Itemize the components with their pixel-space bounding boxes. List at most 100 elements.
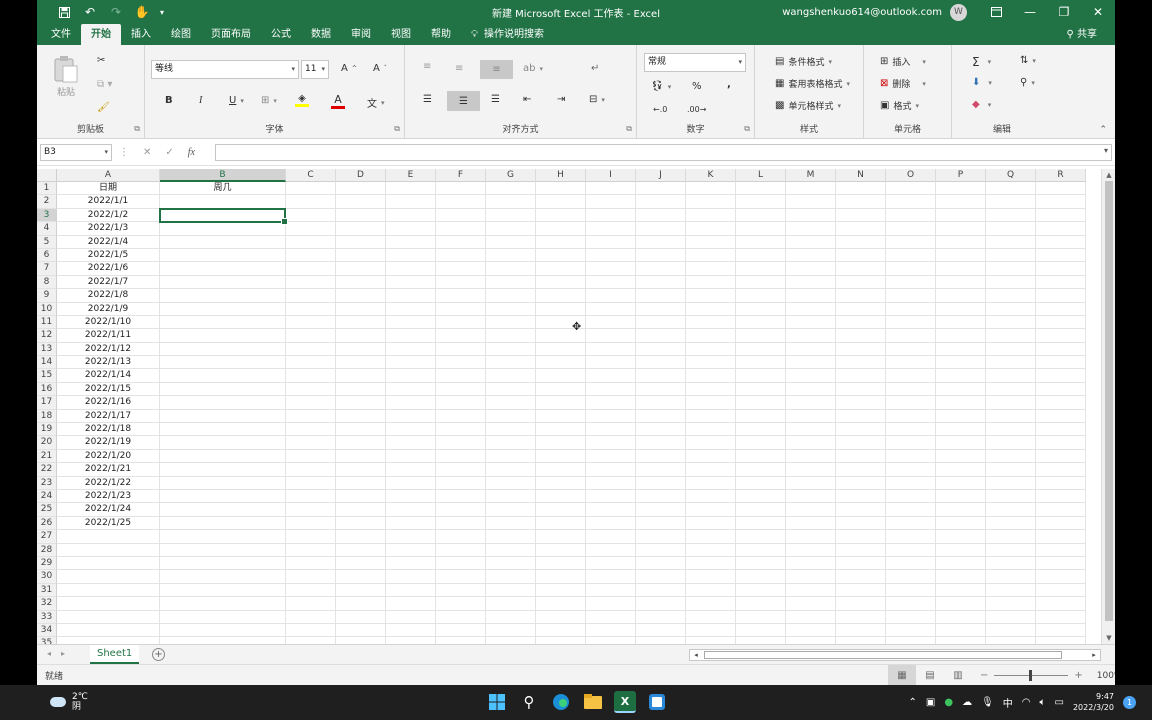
cell-l33[interactable] [736, 610, 786, 624]
cell-q35[interactable] [986, 637, 1036, 644]
cell-g33[interactable] [486, 610, 536, 624]
cell-n13[interactable] [836, 342, 886, 357]
zoom-level[interactable]: 100% [1097, 671, 1115, 681]
cell-g32[interactable] [486, 597, 536, 611]
cell-k27[interactable] [686, 530, 736, 544]
cell-q6[interactable] [986, 248, 1036, 263]
excel-icon[interactable]: X [614, 691, 636, 713]
cell-n30[interactable] [836, 570, 886, 584]
cell-k28[interactable] [686, 543, 736, 557]
cell-g12[interactable] [486, 329, 536, 343]
cell-r4[interactable] [1036, 222, 1086, 236]
cell-a35[interactable] [57, 637, 160, 644]
cell-m31[interactable] [786, 583, 836, 598]
cell-n29[interactable] [836, 556, 886, 571]
cell-i18[interactable] [586, 409, 636, 424]
cell-o10[interactable] [886, 302, 936, 316]
decrease-indent-icon[interactable]: ⇤ [523, 94, 531, 105]
zoom-slider-knob[interactable] [1029, 670, 1033, 681]
paste-button[interactable]: 粘贴 [53, 55, 79, 98]
cell-r17[interactable] [1036, 396, 1086, 410]
cell-l34[interactable] [736, 623, 786, 638]
cell-i2[interactable] [586, 195, 636, 209]
cell-d23[interactable] [336, 476, 386, 490]
cell-k23[interactable] [686, 476, 736, 490]
cell-l7[interactable] [736, 262, 786, 276]
cell-g16[interactable] [486, 382, 536, 397]
wechat-icon[interactable]: ● [944, 697, 953, 708]
cell-j33[interactable] [636, 610, 686, 624]
row-header[interactable]: 33 [37, 610, 57, 624]
cell-h14[interactable] [536, 356, 586, 370]
cell-m16[interactable] [786, 382, 836, 397]
show-hidden-icons-icon[interactable]: ⌃ [909, 697, 917, 708]
cancel-icon[interactable]: ✕ [143, 147, 151, 158]
cell-d17[interactable] [336, 396, 386, 410]
cell-c3[interactable] [286, 208, 336, 223]
cell-c14[interactable] [286, 356, 336, 370]
cell-r29[interactable] [1036, 556, 1086, 571]
cell-d29[interactable] [336, 556, 386, 571]
cell-r9[interactable] [1036, 289, 1086, 303]
cell-k13[interactable] [686, 342, 736, 357]
cell-b6[interactable] [160, 248, 286, 263]
font-size-select[interactable]: 11 ▾ [301, 60, 329, 79]
cell-r12[interactable] [1036, 329, 1086, 343]
top-align-icon[interactable]: ≡ [423, 61, 431, 72]
cell-d33[interactable] [336, 610, 386, 624]
cell-k11[interactable] [686, 315, 736, 330]
cell-j28[interactable] [636, 543, 686, 557]
cell-n15[interactable] [836, 369, 886, 383]
cell-d16[interactable] [336, 382, 386, 397]
cell-k32[interactable] [686, 597, 736, 611]
cell-l13[interactable] [736, 342, 786, 357]
cell-h17[interactable] [536, 396, 586, 410]
cell-n7[interactable] [836, 262, 886, 276]
cell-b31[interactable] [160, 583, 286, 598]
cell-h32[interactable] [536, 597, 586, 611]
cell-g6[interactable] [486, 248, 536, 263]
scroll-right-icon[interactable]: ▸ [1088, 650, 1100, 660]
cell-f30[interactable] [436, 570, 486, 584]
cell-d5[interactable] [336, 235, 386, 249]
microphone-icon[interactable]: 🎙︎ [981, 697, 994, 708]
cell-a27[interactable] [57, 530, 160, 544]
start-icon[interactable] [486, 691, 508, 713]
cell-m18[interactable] [786, 409, 836, 424]
cell-r31[interactable] [1036, 583, 1086, 598]
cell-f32[interactable] [436, 597, 486, 611]
cell-l6[interactable] [736, 248, 786, 263]
cell-d4[interactable] [336, 222, 386, 236]
cell-a31[interactable] [57, 583, 160, 598]
cell-e34[interactable] [386, 623, 436, 638]
cell-r2[interactable] [1036, 195, 1086, 209]
cell-f1[interactable] [436, 182, 486, 196]
cell-h23[interactable] [536, 476, 586, 490]
cell-l23[interactable] [736, 476, 786, 490]
cell-g17[interactable] [486, 396, 536, 410]
row-header[interactable]: 35 [37, 637, 57, 644]
cell-c34[interactable] [286, 623, 336, 638]
cell-f6[interactable] [436, 248, 486, 263]
cell-c20[interactable] [286, 436, 336, 450]
column-header[interactable]: Q [986, 169, 1036, 182]
cell-i29[interactable] [586, 556, 636, 571]
cell-o5[interactable] [886, 235, 936, 249]
cell-q18[interactable] [986, 409, 1036, 424]
cell-d7[interactable] [336, 262, 386, 276]
onedrive-icon[interactable]: ☁ [962, 697, 972, 708]
cell-o16[interactable] [886, 382, 936, 397]
notification-badge[interactable]: 1 [1123, 695, 1136, 709]
cell-k17[interactable] [686, 396, 736, 410]
cell-e29[interactable] [386, 556, 436, 571]
cell-l12[interactable] [736, 329, 786, 343]
cell-p10[interactable] [936, 302, 986, 316]
cell-m21[interactable] [786, 449, 836, 464]
cell-j19[interactable] [636, 423, 686, 437]
cell-q31[interactable] [986, 583, 1036, 598]
cell-k25[interactable] [686, 503, 736, 517]
cell-c29[interactable] [286, 556, 336, 571]
cell-h24[interactable] [536, 489, 586, 504]
add-sheet-icon[interactable]: + [152, 648, 165, 661]
cell-g19[interactable] [486, 423, 536, 437]
